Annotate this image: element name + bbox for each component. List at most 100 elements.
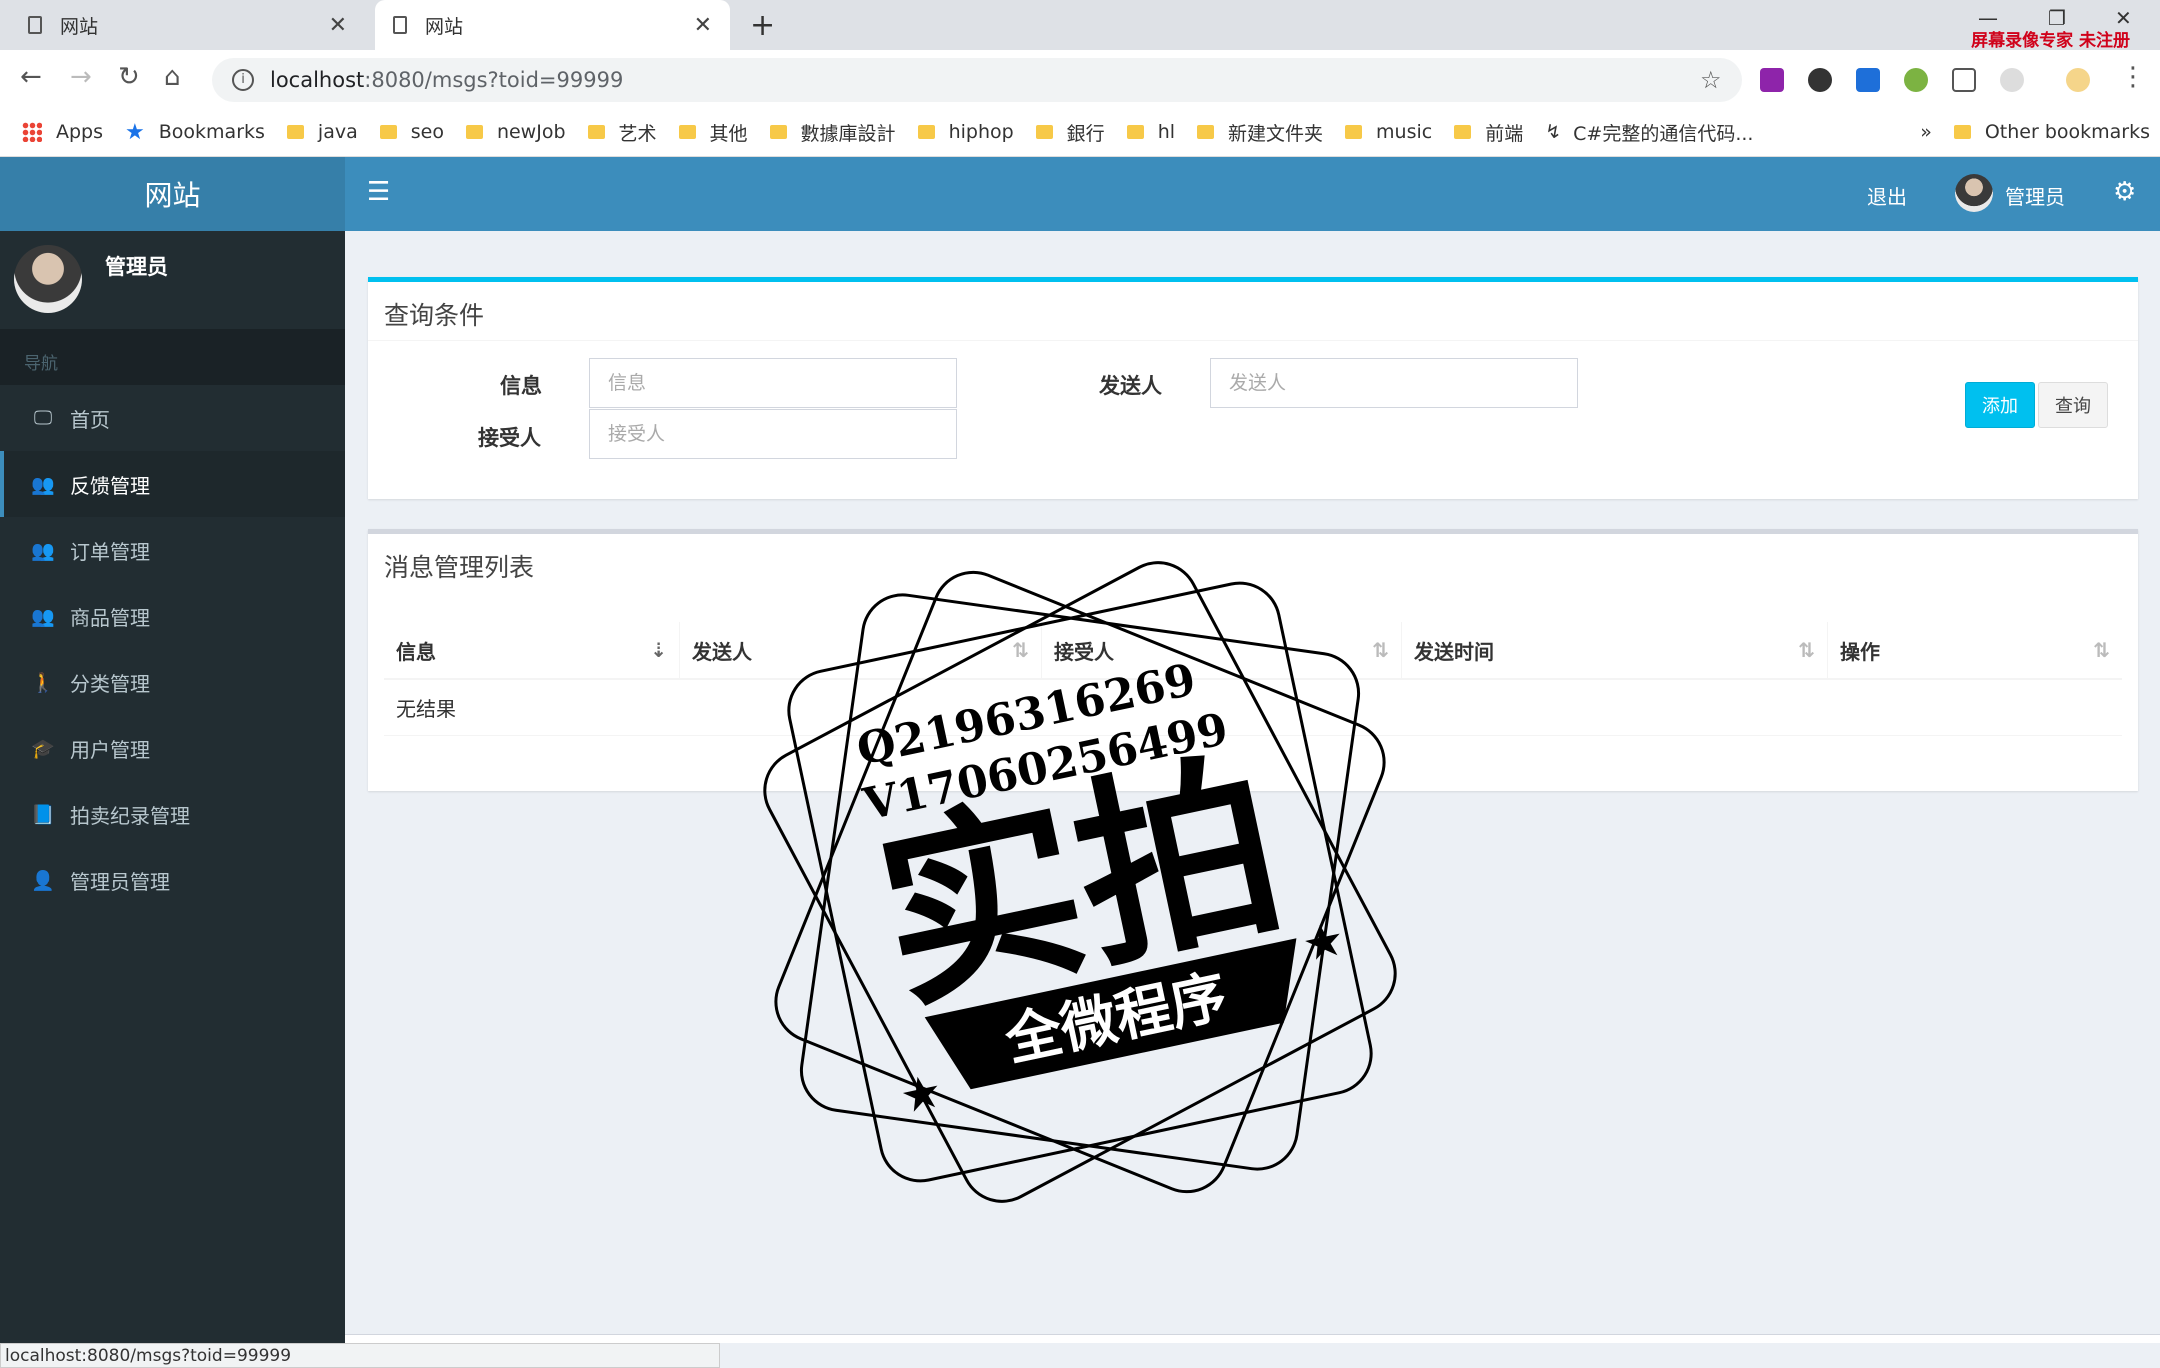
add-button[interactable]: 添加 — [1965, 382, 2035, 428]
extension-rp-icon[interactable] — [1760, 68, 1784, 92]
sidebar-item-auction-records[interactable]: 📘 拍卖纪录管理 — [0, 781, 345, 847]
forward-icon[interactable]: → — [70, 62, 92, 92]
profile-avatar-icon[interactable] — [2066, 68, 2090, 92]
bookmark-folder[interactable]: hiphop — [917, 121, 1014, 143]
divider — [368, 340, 2138, 341]
bookmark-folder[interactable]: hl — [1126, 121, 1175, 143]
footer — [345, 1334, 2160, 1343]
document-icon — [28, 16, 42, 34]
sidebar-menu: 🖵 首页 👥 反馈管理 👥 订单管理 👥 商品管理 🚶 分类管理 🎓 用户管理 📘 拍卖纪录管… — [0, 385, 345, 913]
apps-grid-icon — [22, 122, 42, 142]
book-icon: 📘 — [31, 803, 55, 826]
back-icon[interactable]: ← — [20, 62, 42, 92]
bookmark-apps[interactable]: Apps — [22, 121, 103, 143]
avatar — [14, 245, 82, 313]
tab-2[interactable]: 网站 ✕ — [375, 0, 730, 50]
page-icon: ↯ — [1545, 121, 1562, 143]
sidebar-item-feedback[interactable]: 👥 反馈管理 — [0, 451, 345, 517]
sender-input[interactable] — [1210, 358, 1578, 408]
gears-icon[interactable]: ⚙ — [2113, 177, 2136, 207]
bookmark-folder[interactable]: 艺术 — [587, 119, 657, 146]
tab-title: 网站 — [425, 15, 464, 38]
extension-incognito-icon[interactable] — [1808, 68, 1832, 92]
folder-icon — [1454, 125, 1472, 139]
bookmark-folder[interactable]: 其他 — [678, 119, 748, 146]
info-label: 信息 — [500, 374, 542, 398]
users-icon: 👥 — [31, 473, 55, 496]
bookmarks-overflow-icon[interactable]: » — [1920, 121, 1932, 143]
bookmark-folder[interactable]: 數據庫設計 — [769, 119, 896, 146]
sidebar-item-users[interactable]: 🎓 用户管理 — [0, 715, 345, 781]
url-host: localhost — [270, 68, 365, 92]
folder-icon — [286, 125, 304, 139]
bookmark-folder[interactable]: 新建文件夹 — [1197, 119, 1323, 146]
info-input[interactable] — [589, 358, 957, 408]
tab-1[interactable]: 网站 ✕ — [10, 0, 365, 50]
sidebar-item-products[interactable]: 👥 商品管理 — [0, 583, 345, 649]
nav-header: 导航 — [0, 329, 345, 385]
watermark-stamp: Q2196316269 V17060256499 实拍 全微程序 ★ ★ — [763, 561, 1397, 1203]
receiver-input[interactable] — [589, 409, 957, 459]
bookmark-link[interactable]: ↯ C#完整的通信代码... — [1545, 119, 1753, 146]
bookmark-star-icon[interactable]: ☆ — [1700, 66, 1722, 94]
reload-icon[interactable]: ↻ — [118, 62, 140, 92]
child-icon: 🚶 — [31, 671, 55, 694]
logout-link[interactable]: 退出 — [1867, 181, 1907, 210]
sidebar: 网站 管理员 导航 🖵 首页 👥 反馈管理 👥 订单管理 👥 商品管理 🚶 分类管理 🎓 用… — [0, 157, 345, 1343]
star-icon: ★ — [125, 119, 145, 145]
extension-json-icon[interactable] — [1952, 68, 1976, 92]
bookmark-folder[interactable]: 銀行 — [1035, 119, 1105, 146]
folder-icon — [1345, 125, 1363, 139]
tab-title: 网站 — [60, 15, 99, 38]
folder-icon — [1953, 125, 1971, 139]
sort-icon: ⇅ — [1798, 638, 1815, 662]
header-user-name[interactable]: 管理员 — [2005, 181, 2065, 210]
column-header-send-time[interactable]: 发送时间 ⇅ — [1402, 622, 1828, 678]
hamburger-menu-icon[interactable]: ☰ — [367, 177, 390, 207]
url-path: :8080/msgs?toid=99999 — [364, 68, 624, 92]
column-header-info[interactable]: 信息 ⇣ — [384, 622, 680, 678]
bookmarks-bar: Apps ★ Bookmarks java seo newJob 艺术 其他 數據… — [0, 108, 2160, 157]
user-name: 管理员 — [105, 255, 168, 279]
browser-chrome: 网站 ✕ 网站 ✕ + — ❐ ✕ 屏幕录像专家 未注册 ← → ↻ ⌂ i l… — [0, 0, 2160, 157]
sidebar-item-orders[interactable]: 👥 订单管理 — [0, 517, 345, 583]
query-button[interactable]: 查询 — [2038, 382, 2108, 428]
bookmark-folder[interactable]: 前端 — [1454, 119, 1523, 146]
close-icon[interactable]: ✕ — [329, 13, 347, 38]
sidebar-item-home[interactable]: 🖵 首页 — [0, 385, 345, 451]
new-tab-icon[interactable]: + — [750, 8, 775, 43]
bookmark-folder[interactable]: newJob — [465, 121, 566, 143]
browser-toolbar: ← → ↻ ⌂ i localhost:8080/msgs?toid=99999… — [0, 50, 2160, 108]
folder-icon — [678, 125, 696, 139]
column-header-actions[interactable]: 操作 ⇅ — [1828, 622, 2122, 678]
user-icon: 👤 — [31, 869, 55, 892]
folder-icon — [769, 125, 787, 139]
graduation-cap-icon: 🎓 — [31, 737, 55, 760]
document-icon — [393, 16, 407, 34]
list-box-title: 消息管理列表 — [384, 553, 535, 582]
sidebar-item-categories[interactable]: 🚶 分类管理 — [0, 649, 345, 715]
bookmark-bookmarks[interactable]: ★ Bookmarks — [125, 120, 265, 145]
top-header: ☰ 退出 管理员 ⚙ — [345, 157, 2160, 231]
extension-download-icon[interactable] — [1856, 68, 1880, 92]
app-viewport: 网站 管理员 导航 🖵 首页 👥 反馈管理 👥 订单管理 👥 商品管理 🚶 分类管理 🎓 用… — [0, 157, 2160, 1368]
menu-kebab-icon[interactable]: ⋮ — [2120, 62, 2146, 92]
home-icon[interactable]: ⌂ — [164, 62, 181, 92]
extension-gray-icon[interactable] — [2000, 68, 2024, 92]
sidebar-item-admins[interactable]: 👤 管理员管理 — [0, 847, 345, 913]
bookmark-folder[interactable]: seo — [379, 121, 444, 143]
bookmark-other[interactable]: Other bookmarks — [1953, 121, 2150, 143]
header-avatar[interactable] — [1955, 174, 1993, 212]
close-icon[interactable]: ✕ — [694, 13, 712, 38]
status-bar-url: localhost:8080/msgs?toid=99999 — [0, 1343, 720, 1368]
app-logo[interactable]: 网站 — [0, 157, 345, 231]
bookmark-folder[interactable]: java — [286, 121, 358, 143]
extension-circle-icon[interactable] — [1904, 68, 1928, 92]
folder-icon — [1126, 125, 1144, 139]
info-icon[interactable]: i — [232, 69, 254, 91]
address-bar[interactable]: i localhost:8080/msgs?toid=99999 — [212, 58, 1742, 102]
star-icon: ★ — [895, 1063, 947, 1124]
users-icon: 👥 — [31, 605, 55, 628]
bookmark-folder[interactable]: music — [1345, 121, 1432, 143]
monitor-icon: 🖵 — [33, 407, 53, 429]
